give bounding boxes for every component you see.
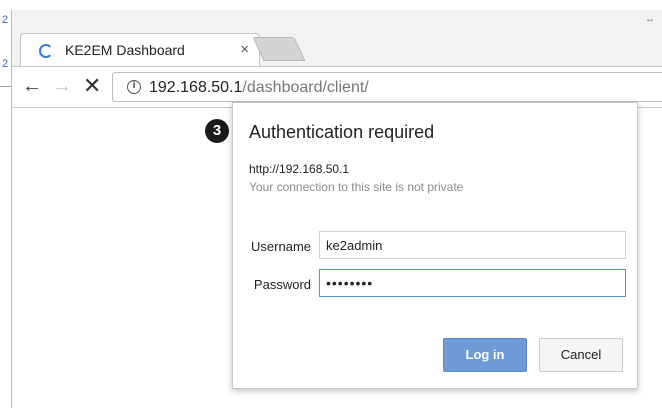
back-arrow-icon[interactable]: ← [22, 75, 42, 97]
password-label: Password [253, 277, 311, 292]
info-icon[interactable]: i [127, 80, 141, 94]
tab-strip: KE2EM Dashboard × [12, 10, 662, 66]
forward-arrow-icon[interactable]: → [52, 75, 72, 97]
stop-icon[interactable]: ✕ [83, 75, 101, 97]
spinner-icon [39, 44, 53, 58]
background-fragment: 2 [2, 58, 9, 70]
password-input[interactable] [319, 269, 626, 297]
tab-title: KE2EM Dashboard [65, 42, 185, 58]
dialog-privacy-note: Your connection to this site is not priv… [249, 180, 464, 194]
new-tab-button[interactable] [252, 37, 306, 61]
url-host: 192.168.50.1 [149, 79, 243, 96]
username-input[interactable] [319, 231, 626, 259]
login-button[interactable]: Log in [443, 338, 527, 372]
dialog-title: Authentication required [249, 122, 435, 142]
background-fragment: 2 [2, 14, 9, 26]
url-path: /dashboard/client/ [242, 79, 369, 96]
username-label: Username [251, 239, 311, 254]
cancel-button[interactable]: Cancel [539, 338, 623, 372]
tab-ke2em-dashboard[interactable]: KE2EM Dashboard × [20, 33, 260, 66]
resize-icon: ↔ [645, 14, 655, 25]
step-badge: 3 [205, 119, 229, 143]
address-bar[interactable]: i 192.168.50.1/dashboard/client/ [112, 72, 662, 102]
close-icon[interactable]: × [240, 41, 249, 58]
dialog-host: http://192.168.50.1 [249, 162, 350, 176]
auth-dialog: Authentication required http://192.168.5… [232, 102, 638, 389]
url-text: 192.168.50.1/dashboard/client/ [149, 79, 369, 97]
